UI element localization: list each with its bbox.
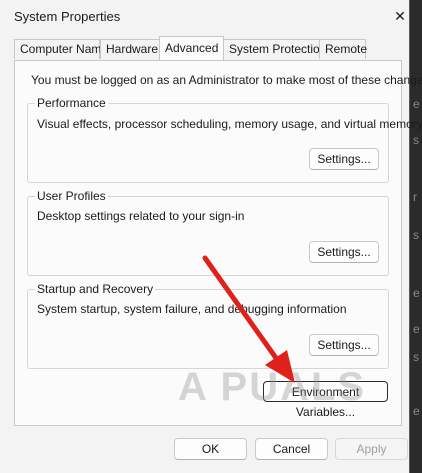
background-text: s [413, 228, 419, 242]
startup-recovery-group-label: Startup and Recovery [35, 282, 156, 296]
background-text: e [413, 97, 420, 111]
background-text: s [413, 133, 419, 147]
background-text: e [413, 322, 420, 336]
admin-note: You must be logged on as an Administrato… [31, 73, 422, 87]
startup-recovery-description: System startup, system failure, and debu… [37, 302, 347, 316]
tab-hardware[interactable]: Hardware [100, 39, 160, 59]
background-text: r [413, 190, 417, 204]
performance-group-label: Performance [35, 96, 108, 110]
startup-recovery-settings-button[interactable]: Settings... [309, 334, 379, 356]
user-profiles-settings-button[interactable]: Settings... [309, 241, 379, 263]
appuals-watermark: A PUALS [178, 365, 367, 409]
close-icon: ✕ [394, 7, 406, 24]
tab-label: Hardware [106, 42, 159, 56]
tab-label: Computer Name [20, 42, 109, 56]
user-profiles-group [27, 196, 389, 276]
close-button[interactable]: ✕ [386, 2, 414, 30]
window-title: System Properties [14, 9, 121, 24]
apply-button[interactable]: Apply [335, 438, 408, 460]
tab-advanced[interactable]: Advanced [159, 36, 224, 60]
tab-label: System Protection [229, 42, 327, 56]
background-text: s [413, 350, 419, 364]
background-text: e [413, 404, 420, 418]
performance-settings-button[interactable]: Settings... [309, 148, 379, 170]
cancel-button[interactable]: Cancel [255, 438, 328, 460]
user-profiles-group-label: User Profiles [35, 189, 108, 203]
startup-recovery-group [27, 289, 389, 369]
tab-label: Remote [325, 42, 368, 56]
performance-group [27, 103, 389, 183]
ok-button[interactable]: OK [174, 438, 247, 460]
performance-description: Visual effects, processor scheduling, me… [37, 117, 422, 131]
tab-system-protection[interactable]: System Protection [223, 39, 326, 59]
tab-computer-name[interactable]: Computer Name [14, 39, 108, 59]
tab-remote[interactable]: Remote [319, 39, 368, 59]
user-profiles-description: Desktop settings related to your sign-in [37, 209, 245, 223]
tab-label: Advanced [165, 41, 219, 55]
background-text: e [413, 286, 420, 300]
